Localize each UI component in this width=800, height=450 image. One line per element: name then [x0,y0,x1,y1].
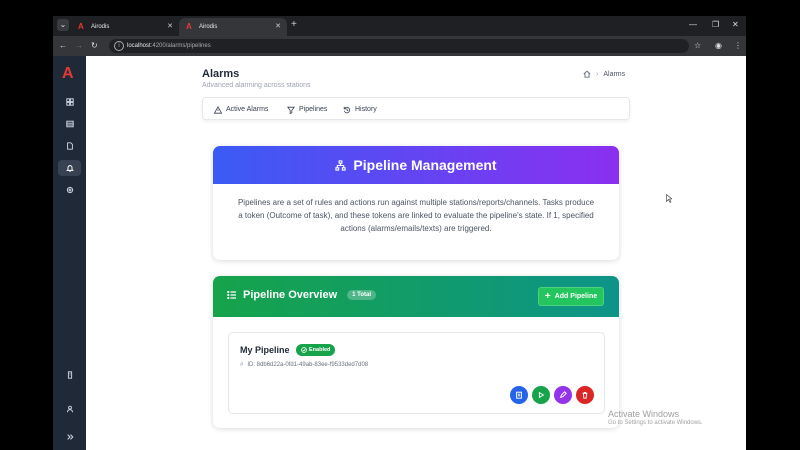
run-pipeline-button[interactable] [532,386,550,404]
watermark-line-1: Activate Windows [608,409,680,419]
tab-history[interactable]: History [343,98,377,121]
app: A Alarms Advanced alarming across statio… [53,56,746,450]
url-text: localhost:4200/alarms/pipelines [127,43,211,49]
add-pipeline-button[interactable]: + Add Pipeline [538,287,604,306]
delete-pipeline-button[interactable] [576,386,594,404]
activate-windows-watermark: Activate Windows Go to Settings to activ… [608,409,703,426]
sidebar-expand[interactable] [58,429,81,445]
breadcrumb: › Alarms [583,70,625,78]
site-info-icon[interactable]: i [114,41,124,51]
chevron-right-icon: › [596,70,599,78]
minimize-icon[interactable]: — [689,20,697,29]
pipeline-overview-title: Pipeline Overview [243,289,338,301]
close-tab-icon[interactable]: ✕ [167,18,173,36]
tab-search-icon[interactable]: ⌄ [57,19,69,31]
check-circle-icon [301,347,307,353]
sitemap-icon [335,159,347,171]
play-icon [538,391,545,399]
status-badge: Enabled [296,344,336,356]
back-icon[interactable]: ← [59,40,67,52]
edit-pipeline-button[interactable] [554,386,572,404]
expand-icon [66,434,74,440]
history-icon [343,106,351,113]
sidebar-item-user[interactable] [58,401,81,417]
url-field[interactable]: i localhost:4200/alarms/pipelines [109,39,689,53]
status-label: Enabled [309,347,331,353]
browser-window: ⌄ A Airodis ✕ A Airodis ✕ + — ❐ ✕ ← → ↻ … [53,16,746,450]
browser-tab-label: Airodis [91,24,110,30]
airodis-favicon-icon: A [78,22,84,31]
page-title: Alarms [202,68,240,80]
browser-tab-2[interactable]: A Airodis ✕ [179,18,287,36]
pipeline-count-badge: 1 Total [347,290,377,300]
sidebar-item-building[interactable] [58,367,81,383]
file-icon [66,142,73,150]
airodis-favicon-icon: A [186,22,192,31]
pipeline-id: # ID: 8db6d22a-0fd1-49ab-83ee-f9533ded7d… [240,362,368,368]
tab-label: Active Alarms [226,106,269,113]
trash-icon [582,391,588,399]
tab-pipelines[interactable]: Pipelines [287,98,327,121]
screen: ⌄ A Airodis ✕ A Airodis ✕ + — ❐ ✕ ← → ↻ … [0,0,800,450]
plus-icon: + [544,290,551,302]
sidebar-item-reports[interactable] [58,138,81,154]
home-icon[interactable] [583,70,591,78]
sidebar: A [53,56,86,450]
sidebar-item-table[interactable] [58,116,81,132]
menu-kebab-icon[interactable]: ⋮ [734,40,742,52]
restore-icon[interactable]: ❐ [712,20,719,29]
page-subtitle: Advanced alarming across stations [202,82,311,89]
address-bar: ← → ↻ i localhost:4200/alarms/pipelines … [53,36,746,56]
bookmark-star-icon[interactable]: ☆ [694,40,701,52]
sidebar-item-alarms[interactable] [58,160,81,176]
pipeline-management-card: Pipeline Management Pipelines are a set … [213,146,619,260]
alarm-tabs: Active Alarms Pipelines History [202,97,630,120]
profile-icon[interactable]: ◉ [715,40,722,52]
pipeline-management-description: Pipelines are a set of rules and actions… [237,198,595,233]
pipeline-management-title: Pipeline Management [353,157,497,173]
list-icon [227,290,236,300]
pipeline-management-header: Pipeline Management [213,146,619,184]
pipeline-overview-header: Pipeline Overview 1 Total + Add Pipeline [213,276,619,317]
tab-bar: ⌄ A Airodis ✕ A Airodis ✕ + — ❐ ✕ [53,16,746,36]
bell-icon [65,165,74,172]
forward-icon[interactable]: → [75,40,83,52]
reload-icon[interactable]: ↻ [91,40,98,52]
app-logo[interactable]: A [62,66,74,82]
breadcrumb-current: Alarms [603,70,626,78]
warning-icon [214,105,222,114]
hash-icon: # [240,362,244,368]
sidebar-item-dashboard[interactable] [58,94,81,110]
clipboard-icon [516,391,522,399]
watermark-line-2: Go to Settings to activate Windows. [608,420,703,426]
add-pipeline-label: Add Pipeline [554,293,598,300]
user-icon [66,405,73,413]
tab-active-alarms[interactable]: Active Alarms [214,98,268,121]
gear-icon [66,186,73,194]
pipeline-item[interactable]: My Pipeline Enabled # ID: 8db6d22a-0fd1-… [228,332,605,414]
dashboard-icon [65,98,74,106]
table-icon [65,120,74,128]
sidebar-item-settings[interactable] [58,182,81,198]
building-icon [67,371,72,379]
filter-icon [287,106,295,114]
pencil-icon [559,391,567,399]
tab-label: Pipelines [299,106,328,113]
pipeline-overview-card: Pipeline Overview 1 Total + Add Pipeline… [213,276,619,428]
close-tab-icon[interactable]: ✕ [275,18,281,36]
pipeline-overview-title-group: Pipeline Overview 1 Total [227,289,377,301]
pipeline-id-text: ID: 8db6d22a-0fd1-49ab-83ee-f9533ded7d08 [247,362,369,368]
browser-tab-label: Airodis [199,24,218,30]
tab-label: History [355,106,377,113]
mouse-cursor-icon [666,194,672,203]
edit-tasks-button[interactable] [510,386,528,404]
window-close-icon[interactable]: ✕ [732,20,739,29]
main-content: Alarms Advanced alarming across stations… [86,56,746,450]
browser-tab-1[interactable]: A Airodis ✕ [71,18,179,36]
pipeline-actions [510,386,594,404]
new-tab-icon[interactable]: + [291,19,297,31]
pipeline-name: My Pipeline [240,345,290,355]
